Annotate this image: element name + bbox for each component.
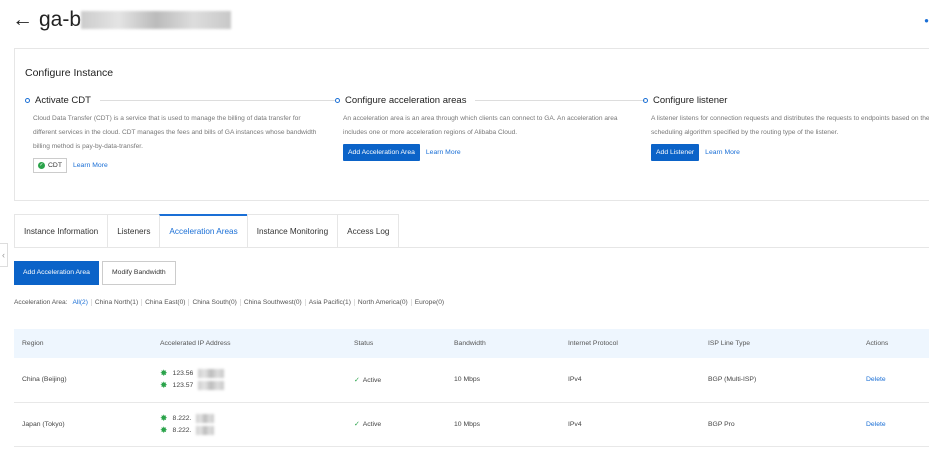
filter-label: Acceleration Area: [14,299,68,306]
step-title: Activate CDT [35,95,91,106]
filter-item[interactable]: China East(0) [141,299,188,306]
region-cell: Japan (Tokyo) [14,402,152,447]
filter-item[interactable]: Europe(0) [410,299,447,306]
step-desc: Cloud Data Transfer (CDT) is a service t… [33,115,317,150]
column-header: Internet Protocol [560,329,700,358]
status-cell: ✓ Active [346,358,446,403]
tab-instance-information[interactable]: Instance Information [14,214,109,247]
filter-item[interactable]: Asia Pacific(1) [304,299,354,306]
delete-link[interactable]: Delete [866,376,886,383]
add-listener-button[interactable]: Add Listener [651,144,700,161]
tab-listeners[interactable]: Listeners [107,214,161,247]
check-icon: ✓ [354,421,360,428]
ip-status-icon: ✸ [160,380,168,391]
isp-cell: BGP (Multi-ISP) [700,358,858,403]
add-acceleration-area-button[interactable]: Add Acceleration Area [343,144,420,161]
filter-item[interactable]: All(2) [71,299,91,306]
add-acceleration-area-button[interactable]: Add Acceleration Area [14,261,99,285]
region-cell: China (Beijing) [14,358,152,403]
delete-link[interactable]: Delete [866,421,886,428]
filter-item[interactable]: China Southwest(0) [239,299,305,306]
learn-more-link[interactable]: Learn More [73,162,108,169]
arrow-left-icon[interactable]: ← [12,8,33,32]
column-header: Accelerated IP Address [152,329,346,358]
table-row: China (Beijing) ✸ 123.56 ✸ 123.57 ✓ Active … [14,358,929,403]
status-cell: ✓ Active [346,402,446,447]
step-activate-cdt: Activate CDT Cloud Data Transfer (CDT) i… [25,95,335,173]
step-title: Configure listener [653,95,728,106]
column-header: Bandwidth [446,329,560,358]
learn-more-link[interactable]: Learn More [705,149,740,156]
filter-item[interactable]: China North(1) [90,299,141,306]
cdt-button[interactable]: ✓ CDT [33,158,67,173]
isp-cell: BGP Pro [700,402,858,447]
step-desc: A listener listens for connection reques… [651,115,929,136]
step-title: Configure acceleration areas [345,95,467,106]
ip-cell: ✸ 123.56 ✸ 123.57 [152,358,346,403]
modify-bandwidth-button[interactable]: Modify Bandwidth [102,261,176,285]
check-icon: ✓ [354,376,360,384]
ip-address: 8.222. [172,414,192,422]
step-dot-icon [25,98,30,103]
table-row: Japan (Tokyo) ✸ 8.222. ✸ 8.222. ✓ Active 10… [14,402,929,447]
page-title: ← ga-b [12,8,232,32]
filter-item[interactable]: China South(0) [188,299,239,306]
sidebar-collapse-toggle[interactable]: ‹ [0,243,8,267]
bandwidth-cell: 10 Mbps [446,402,560,447]
step-configure-listener: Configure listener A listener listens fo… [643,95,929,161]
acceleration-area-filter: Acceleration Area: All(2) China North(1)… [14,299,447,306]
step-dot-icon [335,98,340,103]
column-header: Region [14,329,152,358]
ip-address: 8.222. [172,426,192,434]
ip-status-icon: ✸ [160,368,168,379]
redacted-block [81,11,232,29]
protocol-cell: IPv4 [560,402,700,447]
table-header: Region Accelerated IP Address Status Ban… [14,329,929,358]
column-header: Status [346,329,446,358]
tab-instance-monitoring[interactable]: Instance Monitoring [246,214,339,247]
protocol-cell: IPv4 [560,358,700,403]
instance-name: ga-b [39,8,82,31]
tab-bar: Instance Information Listeners Accelerat… [14,214,929,248]
step-acceleration-areas: Configure acceleration areas An accelera… [335,95,645,161]
learn-more-link[interactable]: Learn More [426,149,461,156]
step-dot-icon [643,98,648,103]
status-text: Active [362,376,382,384]
column-header: Actions [858,329,929,358]
configure-instance-card: Configure Instance Activate CDT Cloud Da… [14,48,929,201]
step-desc: An acceleration area is an area through … [343,115,618,136]
ip-status-icon: ✸ [160,424,168,435]
tab-access-log[interactable]: Access Log [337,214,400,247]
cdt-label: CDT [48,162,62,169]
bandwidth-cell: 10 Mbps [446,358,560,403]
help-icon[interactable]: ● [924,16,929,25]
ip-status-icon: ✸ [160,412,168,423]
status-text: Active [362,421,382,428]
ip-address: 123.56 [172,370,194,378]
column-header: ISP Line Type [700,329,858,358]
ip-cell: ✸ 8.222. ✸ 8.222. [152,402,346,447]
tab-acceleration-areas[interactable]: Acceleration Areas [159,214,248,247]
filter-item[interactable]: North America(0) [353,299,411,306]
acceleration-areas-table: Region Accelerated IP Address Status Ban… [14,329,929,447]
check-circle-icon: ✓ [38,162,45,169]
card-title: Configure Instance [25,67,114,79]
ip-address: 123.57 [172,382,194,390]
